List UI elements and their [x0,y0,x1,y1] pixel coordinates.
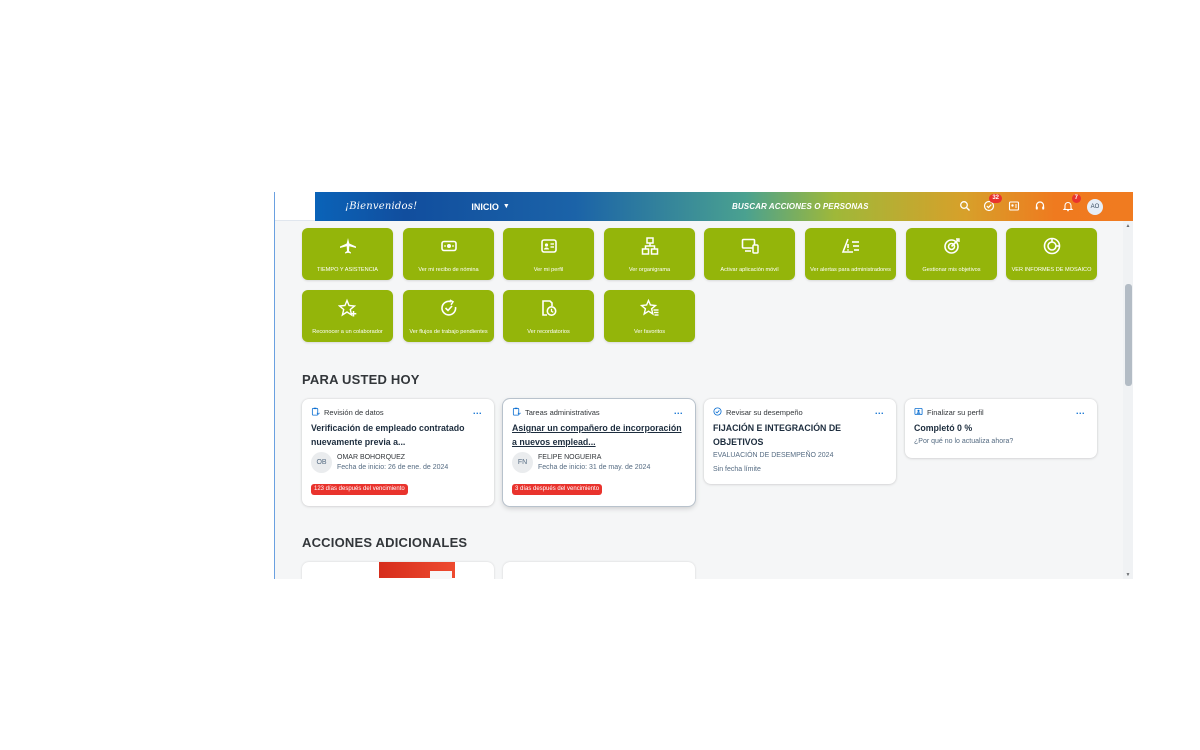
more-options-button[interactable]: ... [674,406,683,416]
tile-reminders[interactable]: Ver recordatorios [503,290,594,342]
tile-mosaic-reports[interactable]: VER INFORMES DE MOSAICO [1006,228,1097,280]
additional-action-card[interactable] [503,562,695,579]
scroll-up-icon[interactable]: ▲ [1125,223,1131,229]
promo-image-detail [430,571,452,579]
section-title-additional: ACCIONES ADICIONALES [302,535,468,550]
card-title[interactable]: FIJACIÓN E INTEGRACIÓN DE OBJETIVOS [713,422,888,449]
tile-org-chart[interactable]: Ver organigrama [604,228,695,280]
scrollbar[interactable]: ▲ ▼ [1123,221,1133,579]
person-name: OMAR BOHORQUEZ [337,453,406,461]
card-title[interactable]: Completó 0 % [914,422,1089,436]
clipboard-icon [311,407,320,418]
additional-action-card[interactable] [302,562,494,579]
card-header: Revisar su desempeño [713,407,803,418]
more-options-button[interactable]: ... [473,406,482,416]
person-start-date: Fecha de inicio: 31 de may. de 2024 [538,463,651,471]
tile-my-goals[interactable]: Gestionar mis objetivos [906,228,997,280]
tile-time-attendance[interactable]: TIEMPO Y ASISTENCIA [302,228,393,280]
tile-payslip[interactable]: Ver mi recibo de nómina [403,228,494,280]
more-options-button[interactable]: ... [875,406,884,416]
card-title-link[interactable]: Asignar un compañero de incorporación a … [512,422,687,449]
tile-label: Ver organigrama [628,266,671,273]
tile-label: VER INFORMES DE MOSAICO [1011,266,1092,273]
task-card-complete-profile[interactable]: Finalizar su perfil ... Completó 0 % ¿Po… [905,399,1097,458]
card-person: FN FELIPE NOGUEIRA Fecha de inicio: 31 d… [512,452,650,473]
overdue-badge: 3 días después del vencimiento [512,484,603,495]
tile-label: Ver mi recibo de nómina [418,266,479,273]
company-logo: ¡Bienvenidos! [345,201,418,212]
card-header: Revisión de datos [311,407,384,418]
tile-my-profile[interactable]: Ver mi perfil [503,228,594,280]
tile-label: Ver alertas para administradores [810,266,891,273]
headset-icon[interactable] [1033,199,1047,213]
tile-label: Reconocer a un colaborador [312,328,383,335]
task-card-admin-tasks[interactable]: Tareas administrativas ... Asignar un co… [503,399,695,506]
tile-label: Ver mi perfil [533,266,564,273]
more-options-button[interactable]: ... [1076,406,1085,416]
section-title-today: PARA USTED HOY [302,372,420,387]
clipboard-icon [512,407,521,418]
chevron-down-icon: ▼ [502,203,510,210]
tile-label: Gestionar mis objetivos [922,266,981,273]
avatar: OB [311,452,332,473]
card-header: Tareas administrativas [512,407,600,418]
tile-recognize-colleague[interactable]: Reconocer a un colaborador [302,290,393,342]
home-nav-menu[interactable]: INICIO ▼ [471,202,509,212]
alert-icon [841,236,861,256]
scroll-down-icon[interactable]: ▼ [1125,572,1131,578]
card-person: OB OMAR BOHORQUEZ Fecha de inicio: 26 de… [311,452,448,473]
shell-left-strip [275,192,315,221]
tile-label: Ver flujos de trabajo pendientes [409,328,488,335]
person-start-date: Fecha de inicio: 26 de ene. de 2024 [337,463,449,471]
refresh-check-icon [439,298,459,318]
tile-label: TIEMPO Y ASISTENCIA [316,266,379,273]
target-icon [942,236,962,256]
approvals-icon[interactable]: 32 [982,194,1002,213]
card-category: Finalizar su perfil [927,408,984,417]
bell-icon[interactable]: 7 [1061,194,1081,213]
task-card-data-review[interactable]: Revisión de datos ... Verificación de em… [302,399,494,506]
user-avatar[interactable]: AO [1087,199,1103,215]
tile-mobile-app[interactable]: Activar aplicación móvil [704,228,795,280]
tile-label: Activar aplicación móvil [720,266,779,273]
person-name: FELIPE NOGUEIRA [538,453,602,461]
money-icon [439,236,459,256]
airplane-icon [338,236,358,256]
profile-icon [914,407,923,418]
devices-icon [740,236,760,256]
card-due-info: Sin fecha límite [713,466,761,473]
favorite-list-icon [639,298,660,318]
approvals-badge: 32 [989,194,1002,203]
task-card-performance[interactable]: Revisar su desempeño ... FIJACIÓN E INTE… [704,399,896,484]
star-plus-icon [337,298,358,318]
card-title[interactable]: Verificación de empleado contratado nuev… [311,422,486,449]
avatar: FN [512,452,533,473]
shell-bar: ¡Bienvenidos! INICIO ▼ BUSCAR ACCIONES O… [275,192,1133,221]
overdue-badge: 123 días después del vencimiento [311,484,408,495]
id-card-icon [539,236,559,256]
tile-label: Ver favoritos [633,328,666,335]
report-icon [1042,236,1062,256]
card-category: Revisar su desempeño [726,408,803,417]
card-category: Revisión de datos [324,408,384,417]
home-nav-label: INICIO [471,201,499,212]
card-subtitle: ¿Por qué no lo actualiza ahora? [914,438,1014,445]
org-chart-icon [640,236,660,256]
scrollbar-thumb[interactable] [1125,284,1132,386]
app-window: ¡Bienvenidos! INICIO ▼ BUSCAR ACCIONES O… [274,192,1133,579]
people-icon[interactable] [1007,199,1021,213]
tile-favorites[interactable]: Ver favoritos [604,290,695,342]
card-header: Finalizar su perfil [914,407,984,418]
card-subtitle: EVALUACIÓN DE DESEMPEÑO 2024 [713,452,834,459]
tile-pending-workflows[interactable]: Ver flujos de trabajo pendientes [403,290,494,342]
card-category: Tareas administrativas [525,408,600,417]
search-actions-input[interactable]: BUSCAR ACCIONES O PERSONAS [732,202,869,211]
search-icon[interactable] [958,199,972,213]
performance-icon [713,407,722,418]
tile-label: Ver recordatorios [527,328,570,335]
notifications-badge: 7 [1071,194,1081,203]
reminder-icon [539,298,559,318]
tile-admin-alerts[interactable]: Ver alertas para administradores [805,228,896,280]
